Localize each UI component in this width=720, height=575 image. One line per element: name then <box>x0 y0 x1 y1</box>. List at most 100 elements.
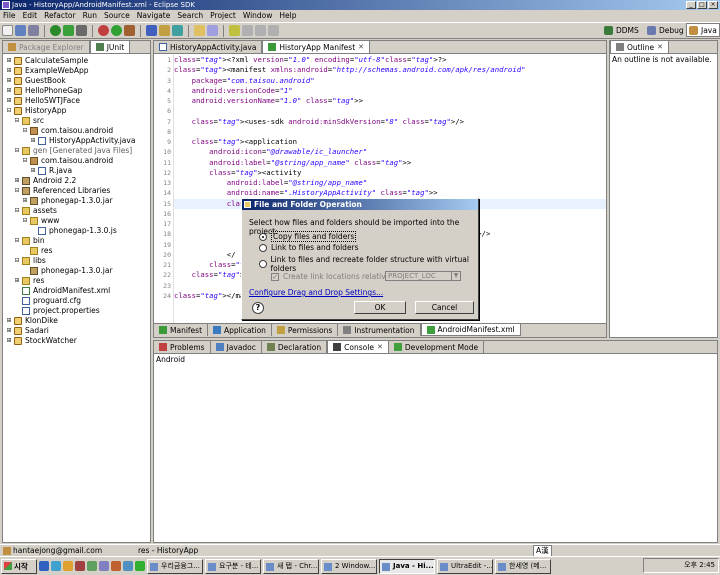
menu-file[interactable]: File <box>3 10 16 22</box>
expand-icon[interactable]: ⊞ <box>5 77 13 85</box>
tab-javadoc[interactable]: Javadoc <box>211 341 262 353</box>
expand-icon[interactable]: ⊞ <box>5 327 13 335</box>
perspective-ddms[interactable]: DDMS <box>604 23 639 37</box>
back-icon[interactable] <box>255 25 266 36</box>
tab-console[interactable]: Console ✕ <box>327 340 389 353</box>
start-button[interactable]: 시작 <box>1 558 37 574</box>
expand-icon[interactable]: ⊞ <box>29 167 37 175</box>
taskbar-task[interactable]: 새 탭 - Chr... <box>263 558 319 574</box>
taskbar-task[interactable]: UltraEdit -... <box>437 558 493 574</box>
tree-item[interactable]: proguard.cfg <box>3 296 150 306</box>
tab-problems[interactable]: Problems <box>154 341 211 353</box>
expand-icon[interactable]: ⊞ <box>5 87 13 95</box>
collapse-icon[interactable]: ⊟ <box>13 117 21 125</box>
help-icon[interactable]: ? <box>252 302 264 314</box>
radio-copy-files[interactable]: Copy files and folders <box>259 231 357 242</box>
collapse-icon[interactable]: ⊟ <box>5 107 13 115</box>
quicklaunch-desktop-icon[interactable] <box>51 561 61 571</box>
tree-item[interactable]: ⊞ R.java <box>3 166 150 176</box>
tree-item[interactable]: ⊟ libs <box>3 256 150 266</box>
expand-icon[interactable]: ⊞ <box>13 177 21 185</box>
taskbar-task[interactable]: 요구분 - 테... <box>205 558 261 574</box>
tree-item[interactable]: ⊞ GuestBook <box>3 76 150 86</box>
tree-item[interactable]: ⊞ HistoryAppActivity.java <box>3 136 150 146</box>
close-button[interactable]: × <box>708 1 718 9</box>
menu-run[interactable]: Run <box>83 10 97 22</box>
menu-navigate[interactable]: Navigate <box>137 10 171 22</box>
collapse-icon[interactable]: ⊟ <box>13 237 21 245</box>
new-java-project-icon[interactable] <box>146 25 157 36</box>
menu-search[interactable]: Search <box>177 10 203 22</box>
expand-icon[interactable]: ⊞ <box>5 67 13 75</box>
tab-outline[interactable]: Outline ✕ <box>610 40 670 53</box>
close-outline-icon[interactable]: ✕ <box>657 42 663 53</box>
tree-item[interactable]: ⊞ res <box>3 276 150 286</box>
tab-permissions[interactable]: Permissions <box>272 324 339 336</box>
tree-item[interactable]: phonegap-1.3.0.js <box>3 226 150 236</box>
tree-item[interactable]: ⊞ StockWatcher <box>3 336 150 346</box>
quicklaunch-explorer-icon[interactable] <box>63 561 73 571</box>
tab-package-explorer[interactable]: Package Explorer <box>3 41 90 53</box>
tree-item[interactable]: ⊞ CalculateSample <box>3 56 150 66</box>
tree-item[interactable]: ⊞ Sadari <box>3 326 150 336</box>
tab-historyappactivity-java[interactable]: HistoryAppActivity.java <box>154 41 263 53</box>
menu-source[interactable]: Source <box>104 10 130 22</box>
tree-item[interactable]: ⊟ www <box>3 216 150 226</box>
taskbar-task[interactable]: 2 Window... <box>321 558 377 574</box>
tree-item[interactable]: phonegap-1.3.0.jar <box>3 266 150 276</box>
tab-historyapp-manifest[interactable]: HistoryApp Manifest ✕ <box>262 40 371 53</box>
new-icon[interactable] <box>2 25 13 36</box>
menu-help[interactable]: Help <box>279 10 296 22</box>
menu-project[interactable]: Project <box>210 10 236 22</box>
pin-icon[interactable] <box>229 25 240 36</box>
debug-icon[interactable] <box>98 25 109 36</box>
tab-instrumentation[interactable]: Instrumentation <box>338 324 421 336</box>
expand-icon[interactable]: ⊞ <box>5 337 13 345</box>
expand-icon[interactable]: ⊞ <box>5 57 13 65</box>
menu-window[interactable]: Window <box>243 10 273 22</box>
quicklaunch-app2-icon[interactable] <box>87 561 97 571</box>
minimize-button[interactable]: _ <box>686 1 696 9</box>
ok-button[interactable]: OK <box>354 301 406 314</box>
collapse-icon[interactable]: ⊟ <box>21 157 29 165</box>
collapse-icon[interactable]: ⊟ <box>13 207 21 215</box>
android-sdk-icon[interactable] <box>50 25 61 36</box>
relative-location-checkbox[interactable]: ✓ Create link locations relative to: <box>271 272 403 281</box>
collapse-icon[interactable]: ⊟ <box>21 217 29 225</box>
tab-androidmanifest-xml[interactable]: AndroidManifest.xml <box>420 324 521 336</box>
collapse-icon[interactable]: ⊟ <box>13 257 21 265</box>
quicklaunch-ie-icon[interactable] <box>39 561 49 571</box>
new-class-icon[interactable] <box>172 25 183 36</box>
tree-item[interactable]: ⊟ HistoryApp <box>3 106 150 116</box>
taskbar-task[interactable]: Java - Hi... <box>379 558 435 574</box>
print-icon[interactable] <box>28 25 39 36</box>
tree-item[interactable]: ⊞ ExampleWebApp <box>3 66 150 76</box>
next-annotation-icon[interactable] <box>242 25 253 36</box>
quicklaunch-app6-icon[interactable] <box>135 561 145 571</box>
run-icon[interactable] <box>111 25 122 36</box>
expand-icon[interactable]: ⊞ <box>5 317 13 325</box>
save-icon[interactable] <box>15 25 26 36</box>
taskbar-task[interactable]: 한세영 (메... <box>495 558 551 574</box>
forward-icon[interactable] <box>268 25 279 36</box>
collapse-icon[interactable]: ⊟ <box>21 127 29 135</box>
expand-icon[interactable]: ⊞ <box>21 197 29 205</box>
new-package-icon[interactable] <box>159 25 170 36</box>
quicklaunch-app5-icon[interactable] <box>123 561 133 571</box>
tree-item[interactable]: ⊟ Referenced Libraries <box>3 186 150 196</box>
tree-item[interactable]: ⊟ bin <box>3 236 150 246</box>
avd-manager-icon[interactable] <box>63 25 74 36</box>
tree-item[interactable]: ⊞ Android 2.2 <box>3 176 150 186</box>
menu-refactor[interactable]: Refactor <box>44 10 75 22</box>
configure-drag-drop-link[interactable]: Configure Drag and Drop Settings... <box>249 288 383 297</box>
close-tab-icon[interactable]: ✕ <box>358 42 364 53</box>
tree-item[interactable]: project.properties <box>3 306 150 316</box>
expand-icon[interactable]: ⊞ <box>29 137 37 145</box>
menu-edit[interactable]: Edit <box>23 10 38 22</box>
tree-item[interactable]: ⊞ KlonDike <box>3 316 150 326</box>
taskbar-task[interactable]: 우리금융그... <box>147 558 203 574</box>
cancel-button[interactable]: Cancel <box>415 301 474 314</box>
tree-item[interactable]: ⊟ com.taisou.android <box>3 126 150 136</box>
close-console-icon[interactable]: ✕ <box>377 342 383 353</box>
tab-manifest[interactable]: Manifest <box>154 324 209 336</box>
